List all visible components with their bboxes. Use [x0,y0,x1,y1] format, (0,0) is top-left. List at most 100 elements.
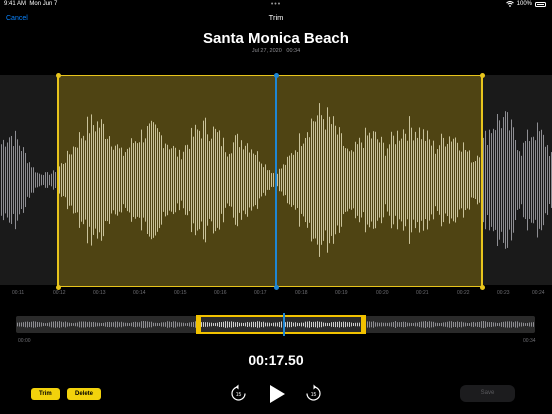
save-button[interactable]: Save [460,385,515,402]
waveform-bar [43,175,44,185]
waveform-bar [443,137,444,223]
waveform-bar [201,138,202,222]
overview-bar [139,322,140,327]
overview-bar [61,321,62,328]
waveform-bar [229,153,230,207]
playhead[interactable] [275,75,277,287]
overview-bar [119,322,120,327]
waveform-bar [441,133,442,227]
waveform-bar [49,174,50,186]
waveform-bar [265,164,266,196]
trim-start-handle[interactable] [57,75,59,287]
overview-bar [417,322,418,327]
overview-selection[interactable] [197,315,365,334]
waveform-bar [29,162,30,198]
overview-bar [517,321,518,328]
overview-bar [193,321,194,328]
waveform-bar [309,137,310,223]
trim-end-handle[interactable] [481,75,483,287]
overview-start-handle[interactable] [196,315,201,334]
play-icon[interactable] [268,384,286,404]
overview-bar [85,321,86,328]
overview-bar [487,322,488,327]
waveform-bar [137,143,138,217]
overview-bar [511,321,512,328]
overview-bar [51,321,52,328]
playhead-bottom-knob[interactable] [273,284,279,290]
waveform-bar [41,174,42,186]
waveform-bar [225,152,226,208]
overview-bar [17,322,18,327]
waveform-bar [251,149,252,211]
waveform-bar [497,113,498,247]
overview-bar [149,321,150,328]
overview-bar [169,321,170,328]
overview-bar [77,322,78,327]
trim-button[interactable]: Trim [31,388,60,400]
waveform-bar [291,153,292,207]
waveform-bar [405,133,406,227]
time-tick: 00:12 [53,290,66,296]
overview-bar [91,322,92,327]
waveform-bar [79,132,80,228]
waveform-bar [377,139,378,221]
waveform-bar [495,130,496,230]
elapsed-time: 00:17.50 [248,352,304,368]
waveform-bar [63,164,64,196]
trim-end-top-knob[interactable] [479,72,485,78]
waveform-bar [9,137,10,223]
overview-bar [369,321,370,328]
waveform-bar [163,148,164,212]
overview-bar [419,321,420,328]
waveform-bar [339,127,340,233]
waveform-bar [311,118,312,242]
multitask-dots-icon[interactable]: ••• [271,1,281,8]
waveform-bar [181,159,182,201]
overview-bar [79,321,80,328]
waveform-bar [249,152,250,208]
waveform-bar [283,164,284,196]
overview-bar [109,321,110,328]
waveform-bar [459,150,460,210]
waveform-bar [91,114,92,246]
overview-playhead[interactable] [283,313,285,336]
waveform-bar [169,149,170,211]
overview-bar [55,321,56,328]
waveform-bar [539,131,540,229]
waveform-bar [529,141,530,219]
waveform-bar [295,150,296,210]
waveform-bar [319,103,320,257]
overview-end-handle[interactable] [361,315,366,334]
trim-end-bottom-knob[interactable] [479,284,485,290]
waveform-bar [215,128,216,232]
waveform-bar [357,144,358,216]
playhead-top-knob[interactable] [273,72,279,78]
trim-start-bottom-knob[interactable] [55,284,61,290]
overview-bar [89,321,90,328]
waveform-bar [65,162,66,198]
delete-button[interactable]: Delete [67,388,102,400]
status-indicators: 100% [505,1,546,7]
waveform-bar [315,121,316,239]
skip-forward-icon[interactable]: 15 [305,383,322,403]
waveform-bar [493,128,494,232]
waveform-bar [467,151,468,209]
overview-bar [181,322,182,327]
waveform-bar [451,141,452,219]
waveform-bar [87,116,88,244]
overview-bar [171,322,172,327]
overview-bar [421,321,422,328]
waveform-bar [125,152,126,208]
time-tick: 00:17 [254,290,267,296]
waveform-bar [61,163,62,197]
overview-bar [185,323,186,326]
skip-back-icon[interactable]: 15 [230,383,247,403]
overview-bar [507,321,508,328]
overview-bar [95,322,96,327]
waveform-bar [97,121,98,239]
waveform-bar [267,170,268,190]
trim-start-top-knob[interactable] [55,72,61,78]
overview-bar [379,322,380,327]
waveform-bar [73,146,74,214]
overview-bar [499,322,500,327]
